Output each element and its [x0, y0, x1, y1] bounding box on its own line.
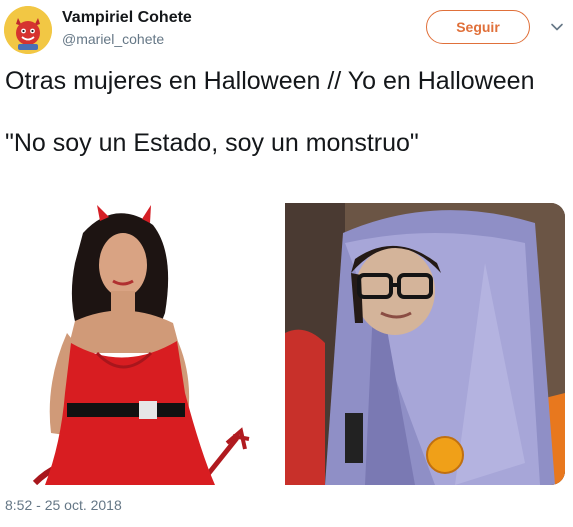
red-devil-costume-photo — [5, 203, 280, 485]
tweet-text-line-2: "No soy un Estado, soy un monstruo" — [5, 129, 419, 157]
user-handle[interactable]: @mariel_cohete — [62, 31, 164, 47]
timestamp[interactable]: 8:52 - 25 oct. 2018 — [5, 497, 122, 513]
photo-devil-costume[interactable] — [5, 203, 280, 485]
avatar[interactable] — [4, 6, 52, 54]
media-grid — [5, 203, 565, 485]
chevron-down-icon[interactable] — [550, 20, 564, 34]
tent-costume-photo — [285, 203, 565, 485]
tweet-text-line-1: Otras mujeres en Halloween // Yo en Hall… — [5, 67, 535, 95]
devil-avatar-icon — [4, 6, 52, 54]
display-name[interactable]: Vampiriel Cohete — [62, 9, 192, 27]
tweet-card: Vampiriel Cohete @mariel_cohete Seguir O… — [0, 0, 573, 527]
follow-button[interactable]: Seguir — [426, 10, 530, 44]
photo-tent-costume[interactable] — [285, 203, 565, 485]
tweet-text: Otras mujeres en Halloween // Yo en Hall… — [5, 66, 565, 159]
